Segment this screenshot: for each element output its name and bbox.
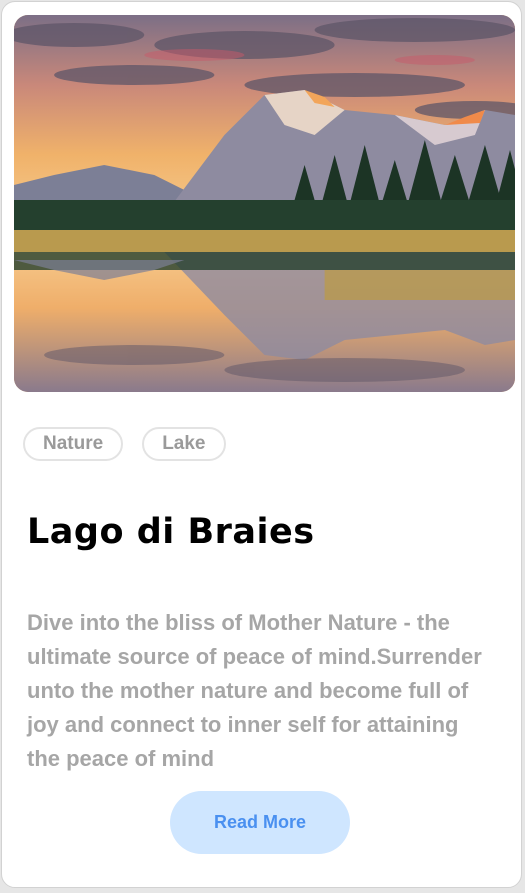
- tag-nature[interactable]: Nature: [23, 427, 124, 461]
- tag-lake[interactable]: Lake: [142, 427, 226, 461]
- card-description: Dive into the bliss of Mother Nature - t…: [27, 610, 482, 771]
- landscape-image: [14, 15, 515, 392]
- read-more-button[interactable]: Read More: [170, 791, 350, 854]
- card-title: Lago di Braies: [27, 512, 315, 552]
- tag-list: Nature Lake: [23, 427, 226, 461]
- card: Nature Lake Lago di Braies Dive into the…: [1, 1, 522, 888]
- card-image: [14, 15, 515, 392]
